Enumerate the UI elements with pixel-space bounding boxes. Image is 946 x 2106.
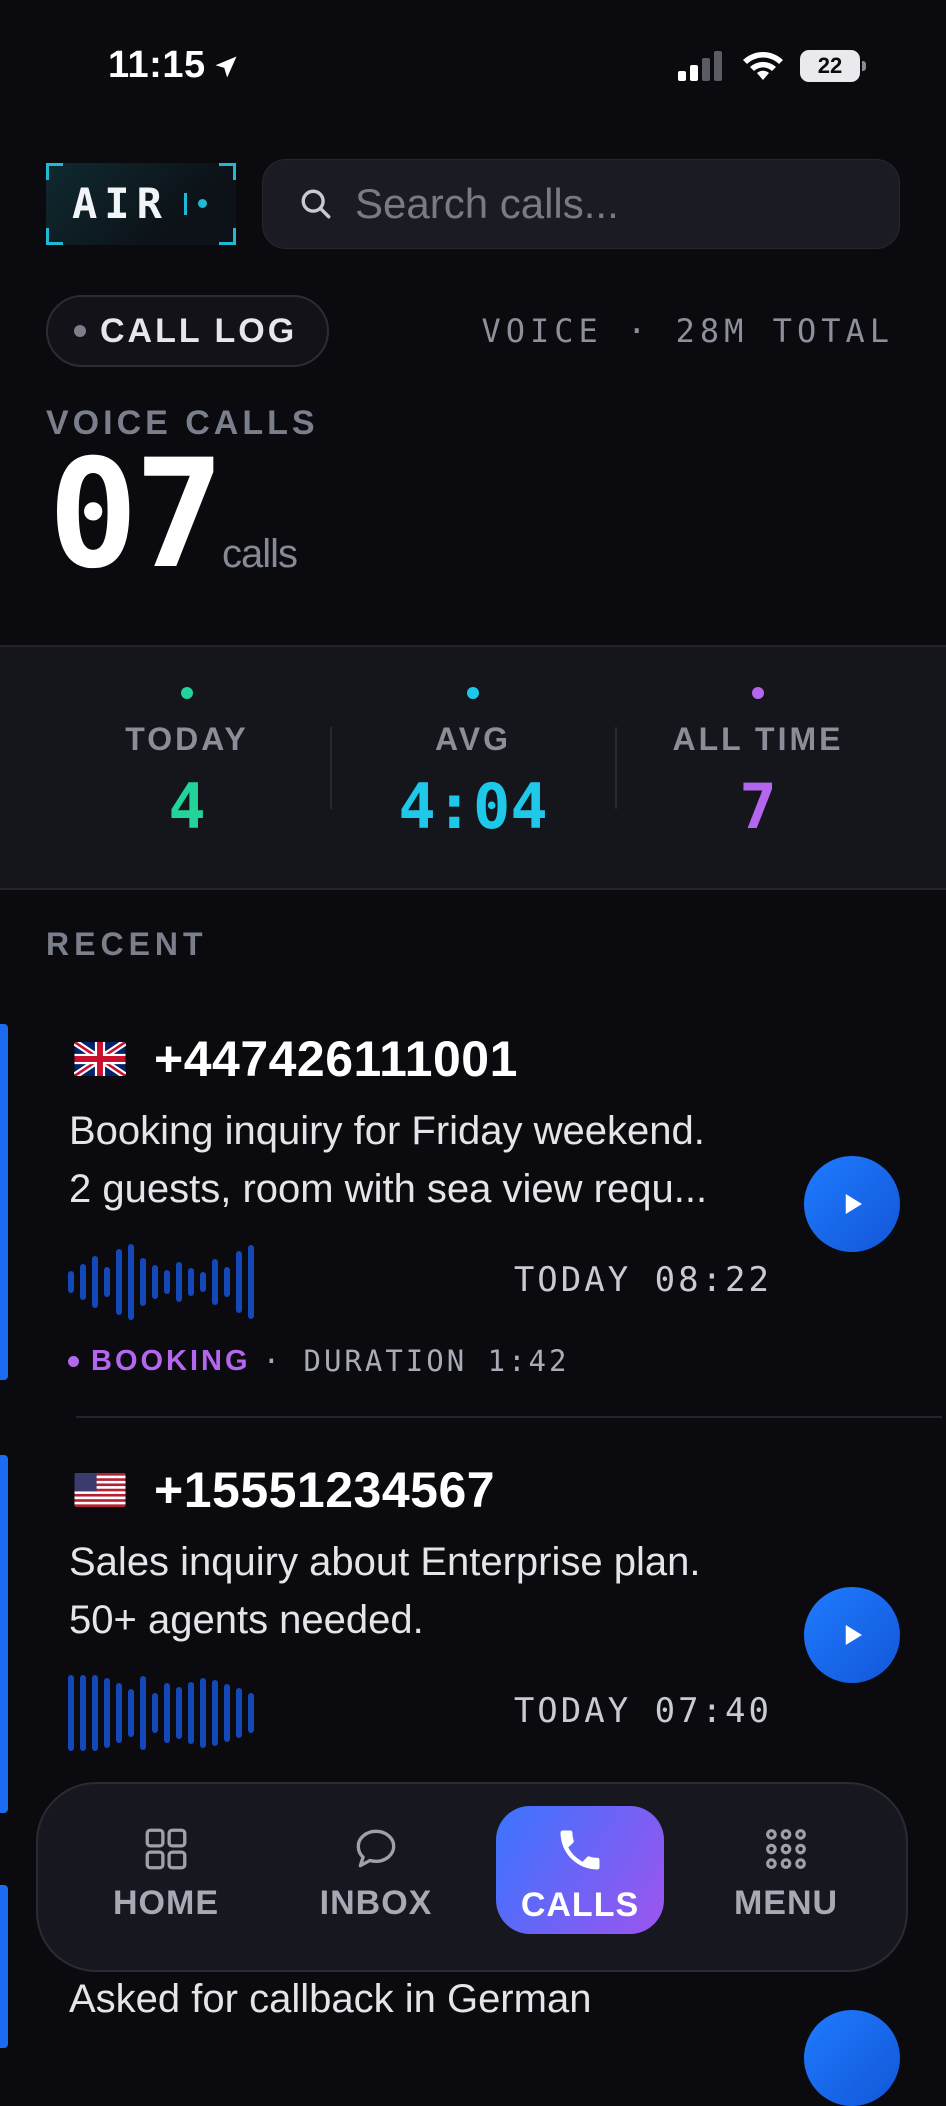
search-placeholder: Search calls... (355, 180, 619, 227)
stat-dot (467, 687, 479, 699)
voice-calls-unit: calls (222, 532, 298, 576)
stats-band: TODAY 4 AVG 4:04 ALL TIME 7 (0, 645, 946, 890)
dots-grid-icon (766, 1829, 806, 1869)
chat-bubble-icon (356, 1829, 396, 1868)
call-summary: Sales inquiry about Enterprise plan. 50+… (69, 1540, 701, 1642)
voice-calls-count: 07 (48, 428, 225, 602)
call-time: TODAY 07:40 (513, 1691, 772, 1731)
stat-all-time: ALL TIME 7 (615, 647, 901, 843)
play-icon (845, 1625, 862, 1645)
nav-menu[interactable]: MENU (702, 1806, 870, 1934)
recent-heading: RECENT (46, 926, 208, 962)
nav-inbox[interactable]: INBOX (292, 1806, 460, 1934)
play-button[interactable] (804, 2010, 900, 2106)
summary-meta: VOICE · 28M TOTAL (481, 312, 894, 350)
waveform (68, 1673, 254, 1753)
play-button[interactable] (804, 1156, 900, 1252)
caller-number: +447426111001 (154, 1031, 518, 1087)
stat-value: 7 (739, 770, 777, 843)
signal-icon (678, 51, 722, 81)
waveform (68, 1242, 254, 1322)
phone-icon (560, 1830, 600, 1870)
nav-home[interactable]: HOME (82, 1806, 250, 1934)
app-logo[interactable]: AIR (46, 163, 236, 245)
stat-dot (181, 687, 193, 699)
pill-dot (74, 325, 86, 337)
stat-avg: AVG 4:04 (330, 647, 616, 843)
call-log-pill[interactable]: CALL LOG (46, 295, 330, 367)
search-icon (301, 189, 331, 219)
stat-label: AVG (435, 721, 511, 757)
call-summary: Asked for callback in German (69, 1977, 592, 2021)
location-arrow-icon (215, 56, 237, 78)
call-time: TODAY 08:22 (513, 1260, 772, 1300)
nav-label: INBOX (319, 1884, 433, 1922)
call-card[interactable]: +15551234567 Sales inquiry about Enterpr… (0, 1455, 946, 1815)
search-input[interactable]: Search calls... (262, 159, 900, 249)
stat-label: TODAY (125, 721, 249, 757)
stat-dot (752, 687, 764, 699)
card-accent-bar (0, 1024, 8, 1380)
pill-label: CALL LOG (100, 311, 298, 350)
stat-today: TODAY 4 (44, 647, 330, 843)
play-button[interactable] (804, 1587, 900, 1683)
wifi-icon (743, 52, 783, 80)
status-icons: 22 (678, 50, 866, 82)
call-duration: · DURATION 1:42 (262, 1344, 570, 1378)
caller-number: +15551234567 (154, 1462, 496, 1518)
us-flag-icon (74, 1473, 126, 1507)
nav-label: CALLS (520, 1886, 640, 1924)
logo-text: AIR (72, 179, 169, 228)
play-icon (845, 1194, 862, 1214)
tag-dot (68, 1355, 79, 1367)
battery-icon: 22 (800, 50, 866, 82)
stat-value: 4 (168, 770, 206, 843)
call-summary: Booking inquiry for Friday weekend. 2 gu… (69, 1109, 708, 1211)
status-time: 11:15 (108, 44, 240, 87)
nav-label: MENU (733, 1884, 839, 1922)
call-tagline: BOOKING · DURATION 1:42 (68, 1344, 569, 1378)
card-accent-bar (0, 1455, 8, 1813)
call-card[interactable]: +447426111001 Booking inquiry for Friday… (0, 1024, 946, 1418)
bottom-nav: HOME INBOX CALLS MENU (36, 1782, 908, 1972)
nav-label: HOME (113, 1884, 219, 1922)
booking-tag: BOOKING (91, 1344, 251, 1377)
stat-value: 4:04 (398, 770, 548, 843)
nav-calls[interactable]: CALLS (496, 1806, 664, 1934)
card-accent-bar (0, 1885, 8, 2048)
grid-icon (145, 1828, 187, 1870)
stat-label: ALL TIME (672, 721, 844, 757)
uk-flag-icon (74, 1042, 126, 1076)
